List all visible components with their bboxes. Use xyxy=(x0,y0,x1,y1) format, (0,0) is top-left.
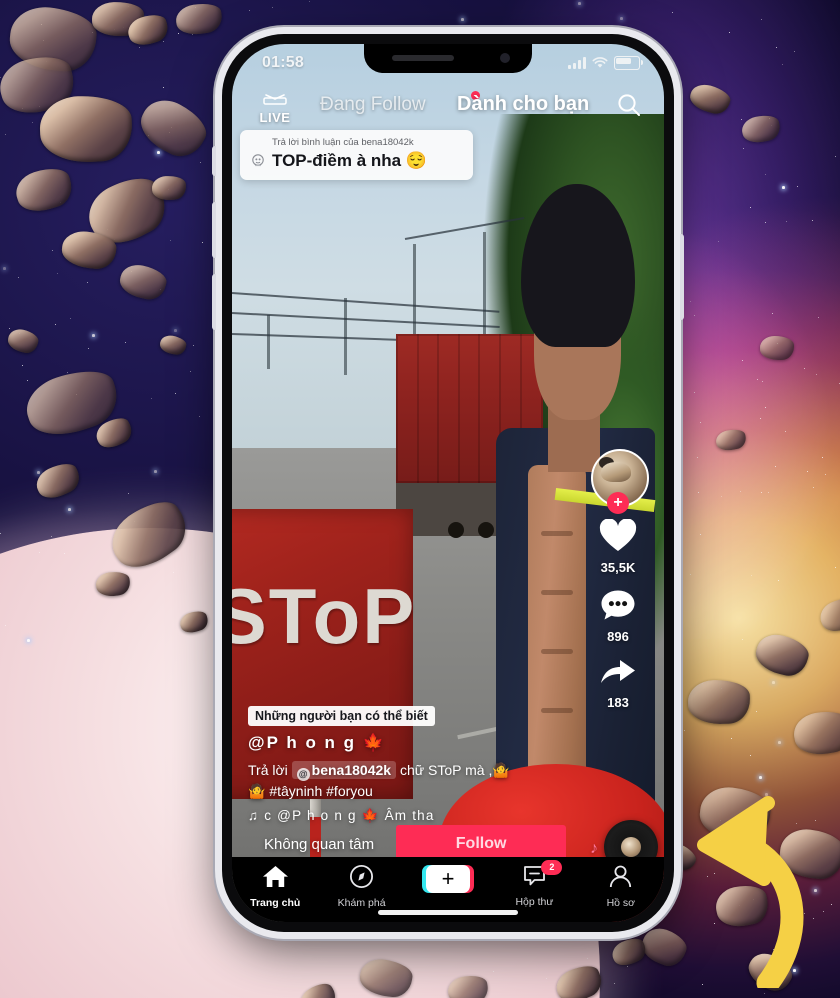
caption-music-text: c @P h o n g 🍁 Âm tha xyxy=(264,808,435,823)
inbox-unread-badge: 2 xyxy=(541,860,563,875)
volume-up-button[interactable] xyxy=(212,202,216,258)
caption-reply-prefix: Trả lời xyxy=(248,761,288,778)
share-button[interactable]: 183 xyxy=(586,658,650,710)
status-time: 01:58 xyxy=(262,54,304,71)
caption-reply-rest: chữ SToP mà ,🤷 xyxy=(399,761,510,778)
creator-avatar[interactable]: + xyxy=(591,449,649,514)
compass-icon xyxy=(350,864,374,889)
share-arrow-icon xyxy=(601,660,635,683)
follow-plus-button[interactable]: + xyxy=(607,492,629,514)
live-label: LIVE xyxy=(259,110,291,125)
like-count: 35,5K xyxy=(600,560,636,575)
volume-down-button[interactable] xyxy=(212,274,216,330)
action-rail: + 35,5K 896 183 xyxy=(586,449,650,724)
earpiece-speaker xyxy=(392,55,454,61)
caption-block: Những người bạn có thể biết @P h o n g 🍁… xyxy=(248,705,548,824)
share-count: 183 xyxy=(607,695,629,710)
friend-suggestion-pill[interactable]: Những người bạn có thể biết xyxy=(248,705,435,726)
caption-reply-line: Trả lời @ bena18042k chữ SToP mà ,🤷 xyxy=(248,760,548,782)
reply-card-text: TOP-điềm à nha 😌 xyxy=(272,151,427,170)
music-note-icon: ♪ xyxy=(590,840,598,857)
battery-icon xyxy=(614,56,643,70)
phone-mockup: SToP 01:58 LIVE Đang Follow Dành cho bạn… xyxy=(212,34,684,932)
reply-card-subtitle: Trả lời bình luận của bena18042k xyxy=(272,137,414,148)
cellular-signal-icon xyxy=(568,57,586,69)
front-camera xyxy=(500,53,510,63)
search-button[interactable] xyxy=(616,92,642,123)
live-tv-icon xyxy=(263,94,287,105)
creator-username[interactable]: @P h o n g 🍁 xyxy=(248,733,548,753)
search-icon xyxy=(618,94,640,116)
tab-inbox-label: Hộp thư xyxy=(515,896,554,908)
reply-comment-card[interactable]: Trả lời bình luận của bena18042k TOP-điề… xyxy=(240,130,473,180)
create-plus-icon: + xyxy=(422,865,475,893)
live-button[interactable]: LIVE xyxy=(254,90,296,125)
tab-profile-label: Hồ sơ xyxy=(606,897,636,909)
tab-discover-label: Khám phá xyxy=(337,897,386,909)
home-icon xyxy=(262,866,288,887)
tab-profile[interactable]: Hồ sơ xyxy=(578,864,664,909)
profile-person-icon xyxy=(610,865,632,888)
comment-count: 896 xyxy=(607,629,629,644)
top-navigation: LIVE Đang Follow Dành cho bạn xyxy=(232,90,664,132)
tab-following[interactable]: Đang Follow xyxy=(320,94,426,116)
heart-icon xyxy=(599,518,637,551)
not-interested-button[interactable]: Không quan tâm xyxy=(264,836,374,853)
comment-bubble-icon xyxy=(601,590,635,620)
caption-hashtags[interactable]: 🤷 #tâyninh #foryou xyxy=(248,781,548,803)
silence-switch[interactable] xyxy=(212,146,216,176)
tab-discover[interactable]: Khám phá xyxy=(318,864,404,909)
tab-for-you[interactable]: Dành cho bạn xyxy=(457,93,589,116)
stop-sign-text: SToP xyxy=(232,571,417,660)
tab-home[interactable]: Trang chủ xyxy=(232,864,318,909)
phone-screen: SToP 01:58 LIVE Đang Follow Dành cho bạn… xyxy=(232,44,664,922)
tab-create[interactable]: + xyxy=(405,864,491,893)
tab-inbox[interactable]: 2 Hộp thư xyxy=(491,860,577,908)
truck-wheel xyxy=(448,521,464,538)
commenter-avatar-icon xyxy=(252,154,264,167)
like-button[interactable]: 35,5K xyxy=(586,518,650,575)
wifi-icon xyxy=(592,57,608,68)
at-icon: @ xyxy=(296,767,310,781)
caption-music-row[interactable]: ♫ c @P h o n g 🍁 Âm tha xyxy=(248,808,548,824)
home-indicator[interactable] xyxy=(378,910,518,915)
comment-button[interactable]: 896 xyxy=(586,589,650,644)
caption-mention[interactable]: @ bena18042k xyxy=(291,760,397,781)
music-note-icon: ♫ xyxy=(248,808,260,823)
phone-notch xyxy=(364,44,532,73)
tab-home-label: Trang chủ xyxy=(250,897,301,909)
power-button[interactable] xyxy=(680,234,684,320)
